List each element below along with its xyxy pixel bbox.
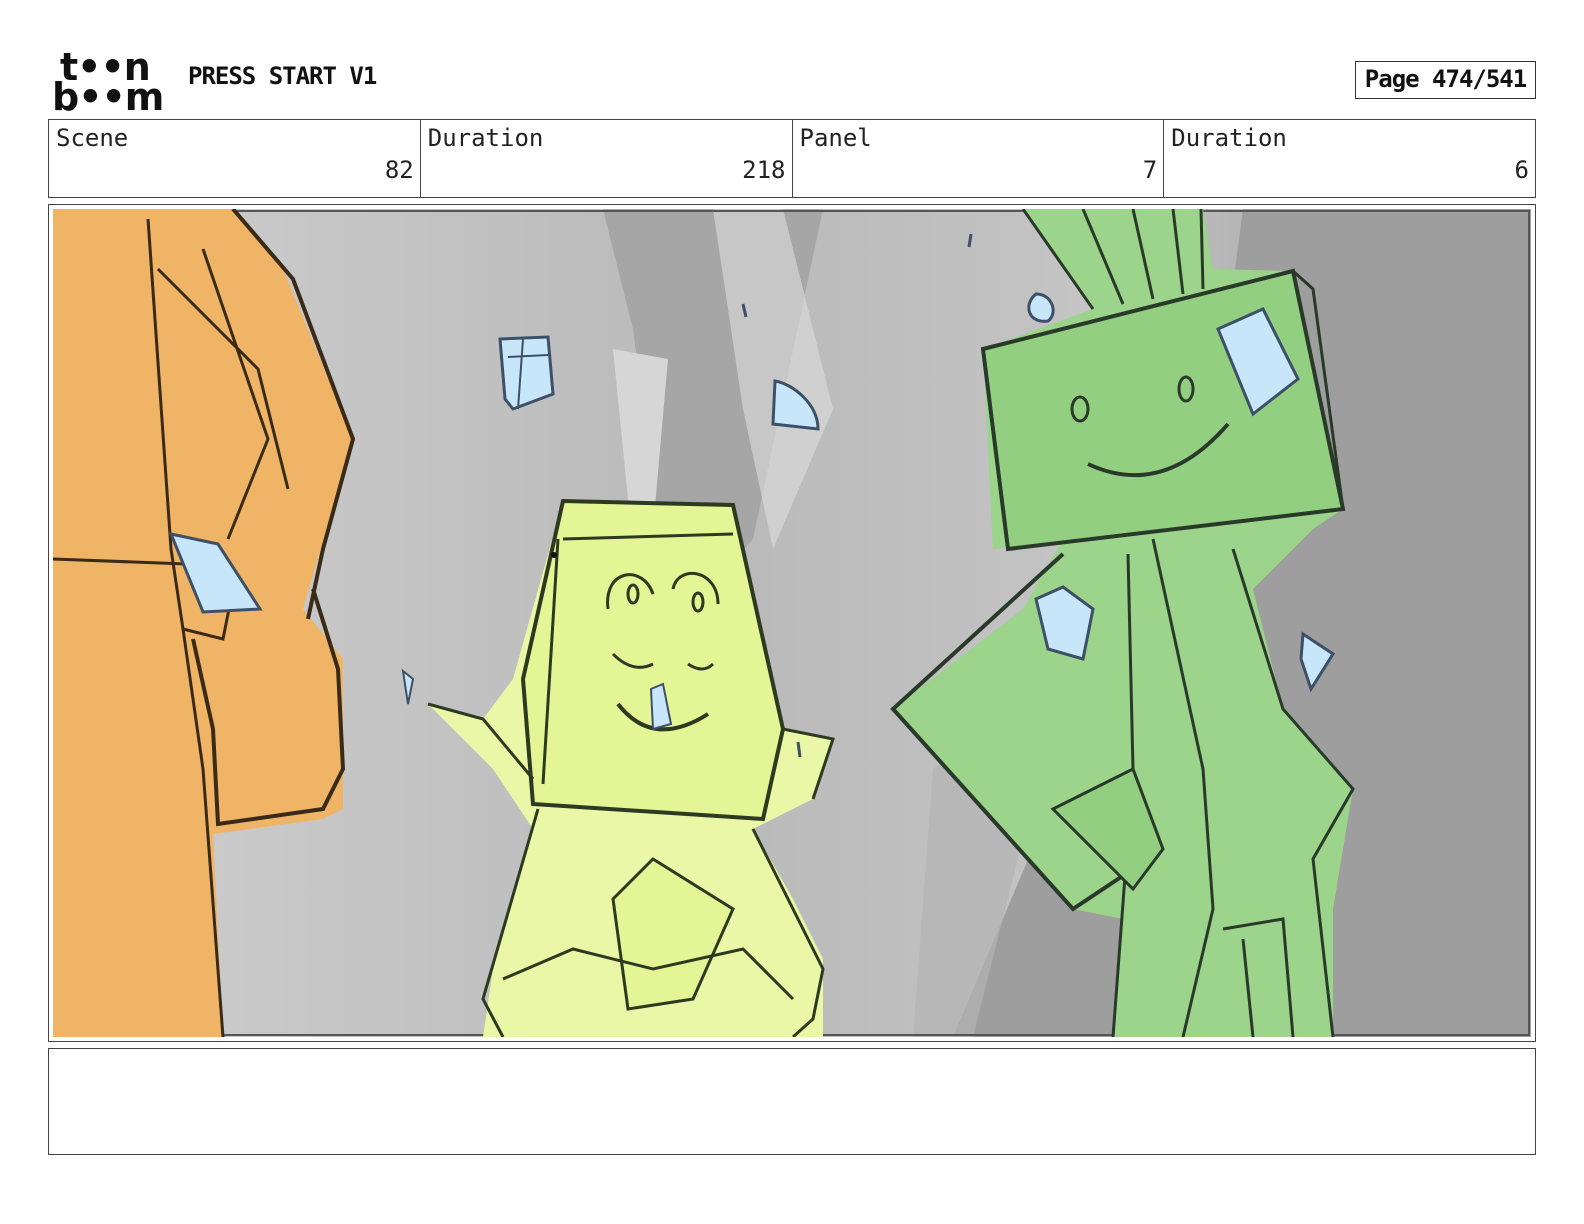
panel-notes-box (48, 1048, 1536, 1155)
page-indicator: Page 474/541 (1355, 61, 1536, 99)
storyboard-panel-image (53, 209, 1531, 1037)
panel-duration-value: 6 (1514, 156, 1529, 184)
panel-duration-cell: Duration 6 (1164, 120, 1535, 197)
scene-duration-cell: Duration 218 (421, 120, 793, 197)
scene-value: 82 (384, 156, 414, 184)
project-title: PRESS START V1 (188, 62, 377, 90)
scene-duration-label: Duration (427, 124, 544, 152)
scene-label: Scene (56, 124, 129, 152)
scene-duration-value: 218 (742, 156, 786, 184)
logo-line-bottom: b••m (52, 75, 164, 119)
toon-boom-logo: t••n b••m (52, 48, 164, 119)
scene-cell: Scene 82 (49, 120, 421, 197)
panel-info-table: Scene 82 Duration 218 Panel 7 Duration 6 (48, 119, 1536, 198)
panel-cell: Panel 7 (793, 120, 1165, 197)
panel-value: 7 (1142, 156, 1158, 184)
panel-duration-label: Duration (1171, 124, 1287, 152)
panel-label: Panel (799, 124, 872, 152)
